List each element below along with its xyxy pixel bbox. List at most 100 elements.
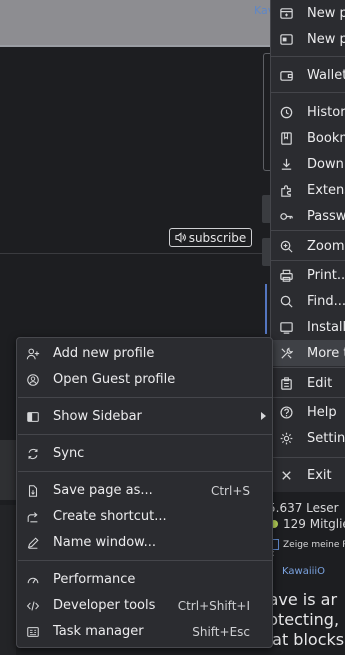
post-paragraph: rave is ar rotecting, nat blocks (262, 590, 344, 650)
menu-item-wallet[interactable]: Wallet (271, 62, 345, 88)
pencil-icon (25, 535, 41, 551)
members-count: 129 Mitglied (270, 517, 345, 531)
install-icon (278, 319, 294, 335)
menu-item-create-shortcut[interactable]: Create shortcut... (17, 504, 272, 530)
menu-label: Setting (307, 430, 345, 446)
menu-label: Performance (53, 572, 136, 587)
guest-profile-icon (25, 372, 41, 388)
content-divider (0, 253, 272, 254)
menu-item-open-guest-profile[interactable]: Open Guest profile (17, 367, 272, 393)
post-line: rave is ar (262, 590, 338, 609)
menu-separator (271, 397, 345, 398)
more-tools-icon (278, 345, 294, 361)
menu-label: Zoom (307, 238, 345, 254)
menu-separator (271, 56, 345, 57)
menu-label: History (307, 104, 345, 120)
post-line: nat blocks (262, 630, 345, 649)
browser-main-menu: New p New p Wallet History Bookm Downl E… (270, 0, 345, 492)
side-panel (0, 440, 16, 500)
edit-icon (278, 375, 294, 391)
menu-item-install[interactable]: Install (271, 314, 345, 340)
menu-item-extensions[interactable]: Extens (271, 177, 345, 203)
menu-label: New p (307, 31, 345, 47)
extensions-icon (278, 182, 294, 198)
community-stats: 5.637 Leser 129 Mitglied Zeige meine P s… (262, 496, 345, 655)
menu-item-task-manager[interactable]: Task manager Shift+Esc (17, 619, 272, 645)
shortcut-label: Ctrl+Shift+I (177, 599, 250, 613)
menu-item-new-tab[interactable]: New p (271, 0, 345, 26)
menu-label: Passwo (307, 208, 345, 224)
show-mine-toggle[interactable]: Zeige meine P (270, 539, 345, 550)
subscribe-button[interactable]: subscribe (169, 228, 252, 247)
menu-item-find[interactable]: Find... (271, 288, 345, 314)
menu-separator (18, 434, 272, 435)
history-icon (278, 104, 294, 120)
menu-label: Save page as... (53, 483, 153, 498)
sync-icon (25, 446, 41, 462)
menu-item-add-new-profile[interactable]: Add new profile (17, 341, 272, 367)
performance-gauge-icon (25, 572, 41, 588)
speaker-icon (175, 232, 186, 243)
find-icon (278, 293, 294, 309)
menu-separator (271, 457, 345, 458)
more-tools-submenu: Add new profile Open Guest profile Show … (16, 337, 273, 648)
menu-item-downloads[interactable]: Downl (271, 151, 345, 177)
menu-label: Install (307, 319, 345, 335)
menu-item-bookmarks[interactable]: Bookm (271, 125, 345, 151)
menu-label: Name window... (53, 535, 157, 550)
menu-item-save-page-as[interactable]: Save page as... Ctrl+S (17, 478, 272, 504)
bookmarks-icon (278, 130, 294, 146)
settings-icon (278, 430, 294, 446)
menu-separator (18, 560, 272, 561)
menu-separator (18, 471, 272, 472)
save-page-icon (25, 483, 41, 499)
menu-item-exit[interactable]: Exit (271, 462, 345, 488)
menu-item-new-private-window[interactable]: New p (271, 26, 345, 52)
submenu-arrow-icon (261, 412, 266, 420)
menu-label: Sync (53, 446, 85, 461)
help-icon (278, 404, 294, 420)
menu-label: Edit (307, 375, 333, 391)
menu-item-zoom[interactable]: Zoom (271, 233, 345, 259)
print-icon (278, 267, 294, 283)
menu-item-name-window[interactable]: Name window... (17, 530, 272, 556)
menu-item-performance[interactable]: Performance (17, 567, 272, 593)
developer-tools-icon (25, 598, 41, 614)
menu-item-print[interactable]: Print... (271, 262, 345, 288)
menu-item-show-sidebar[interactable]: Show Sidebar (17, 404, 272, 430)
zoom-icon (278, 238, 294, 254)
menu-label: Help (307, 404, 337, 420)
menu-separator (271, 230, 345, 231)
user-link[interactable]: KawaiiiO (282, 566, 325, 577)
task-manager-icon (25, 624, 41, 640)
show-mine-label: Zeige meine P (283, 539, 345, 550)
menu-label: Add new profile (53, 346, 155, 361)
post-line: rotecting, (262, 610, 340, 629)
menu-label: New p (307, 5, 345, 21)
menu-label: Task manager (53, 624, 144, 639)
menu-separator (271, 260, 345, 261)
subscribe-label: subscribe (188, 230, 247, 245)
menu-item-history[interactable]: History (271, 99, 345, 125)
menu-item-edit[interactable]: Edit (271, 370, 345, 396)
menu-item-developer-tools[interactable]: Developer tools Ctrl+Shift+I (17, 593, 272, 619)
new-tab-icon (278, 5, 294, 21)
readers-count: 5.637 Leser (268, 501, 339, 515)
shortcut-label: Shift+Esc (192, 625, 250, 639)
menu-item-more-tools[interactable]: More t (271, 340, 345, 366)
create-shortcut-icon (25, 509, 41, 525)
focus-indicator (265, 284, 267, 334)
downloads-icon (278, 156, 294, 172)
menu-label: Developer tools (53, 598, 156, 613)
menu-label: Show Sidebar (53, 409, 142, 424)
menu-item-passwords[interactable]: Passwo (271, 203, 345, 229)
menu-item-sync[interactable]: Sync (17, 441, 272, 467)
menu-label: Downl (307, 156, 345, 172)
menu-item-settings[interactable]: Setting (271, 425, 345, 451)
menu-label: Find... (307, 293, 345, 309)
menu-label: Exit (307, 467, 332, 483)
menu-item-help[interactable]: Help (271, 399, 345, 425)
password-key-icon (278, 208, 294, 224)
wallet-icon (278, 67, 294, 83)
shortcut-label: Ctrl+S (210, 484, 250, 498)
